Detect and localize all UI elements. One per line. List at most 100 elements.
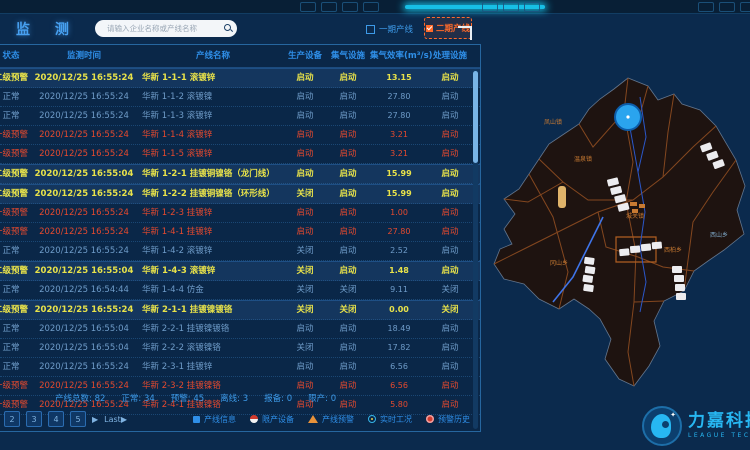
bottom-bar: 1 2 3 4 5 ▶ Last▶ 产线信息 限产设备 产线预警 实时工况 预警…	[0, 408, 480, 430]
district-map[interactable]: 凤山镇 温泉镇 城关镇 冈山乡 西柏乡 西山乡	[488, 52, 750, 400]
legend-line-warning[interactable]: 产线预警	[308, 414, 354, 425]
cell-rate: 1.48	[370, 267, 428, 275]
legend-limited-device[interactable]: 限产设备	[250, 414, 294, 425]
legend-realtime-condition[interactable]: 实时工况	[368, 414, 412, 425]
realtime-condition-icon	[368, 415, 376, 423]
table-row[interactable]: 正常2020/12/25 16:55:24华新 1-4-2 滚镀锌关闭启动2.5…	[0, 242, 480, 261]
table-row[interactable]: 正常2020/12/25 16:55:24华新 2-3-1 挂镀锌启动启动6.5…	[0, 358, 480, 377]
search-box[interactable]	[95, 20, 237, 37]
header-bar: 监 测 一期产线 二期产线	[0, 14, 750, 44]
cell-status: 一级预警	[0, 382, 32, 391]
cell-gas: 关闭	[326, 306, 370, 315]
cell-rate: 27.80	[370, 228, 428, 236]
table-row[interactable]: 一级预警2020/12/25 16:55:24华新 1-1-4 滚镀锌启动启动3…	[0, 126, 480, 145]
checkbox-unchecked-icon[interactable]	[366, 25, 375, 34]
table-row[interactable]: 二级预警2020/12/25 16:55:24华新 2-1-1 挂镀镍镀铬关闭关…	[0, 300, 480, 320]
cell-treat: 启动	[428, 190, 472, 199]
table-row[interactable]: 正常2020/12/25 16:55:04华新 2-2-2 滚镀镍铬关闭启动17…	[0, 339, 480, 358]
map-label-town: 凤山镇	[544, 118, 562, 126]
page-button-3[interactable]: 3	[26, 411, 42, 427]
cell-rate: 9.11	[370, 286, 428, 294]
cell-name: 华新 1-1-4 滚镀锌	[136, 131, 284, 140]
cell-status: 正常	[0, 93, 32, 102]
next-page-button[interactable]: ▶	[92, 415, 98, 424]
cell-gas: 启动	[326, 363, 370, 372]
table-row[interactable]: 二级预警2020/12/25 16:55:24华新 1-1-1 滚镀锌启动启动1…	[0, 68, 480, 88]
corner-bracket-decoration	[458, 26, 472, 40]
cell-time: 2020/12/25 16:55:24	[32, 363, 136, 372]
cell-rate: 1.00	[370, 209, 428, 217]
cell-gas: 启动	[326, 74, 370, 83]
table-row[interactable]: 一级预警2020/12/25 16:55:24华新 1-4-1 挂镀锌启动启动2…	[0, 223, 480, 242]
alert-circle-marker[interactable]	[615, 104, 641, 130]
cell-prod: 启动	[284, 150, 326, 159]
summary-normal: 正常: 34	[121, 392, 154, 404]
legend: 产线信息 限产设备 产线预警 实时工况 预警历史	[193, 414, 470, 425]
cell-name: 华新 1-1-1 滚镀锌	[136, 74, 284, 83]
cell-time: 2020/12/25 16:54:44	[32, 286, 136, 295]
cell-time: 2020/12/25 16:55:24	[32, 228, 136, 237]
cell-status: 一级预警	[0, 150, 32, 159]
brand-name-en: LEAGUE TECH	[688, 432, 750, 439]
checkbox-checked-icon[interactable]	[426, 25, 433, 32]
cell-status: 二级预警	[0, 306, 32, 315]
cell-rate: 6.56	[370, 363, 428, 371]
cell-prod: 启动	[284, 382, 326, 391]
cell-status: 正常	[0, 363, 32, 372]
cell-treat: 启动	[428, 150, 472, 159]
summary-reported: 报备: 0	[264, 392, 292, 404]
col-header-name: 产线名称	[136, 52, 284, 61]
table-row[interactable]: 一级预警2020/12/25 16:55:24华新 1-1-5 滚镀锌启动启动3…	[0, 145, 480, 164]
legend-warning-history[interactable]: 预警历史	[426, 414, 470, 425]
cell-status: 正常	[0, 286, 32, 295]
cell-time: 2020/12/25 16:55:24	[32, 306, 136, 315]
cell-gas: 启动	[326, 131, 370, 140]
brand-logo: ✦ 力嘉科技 LEAGUE TECH	[642, 406, 750, 446]
page-button-4[interactable]: 4	[48, 411, 64, 427]
top-decor-strip	[0, 0, 750, 14]
table-row[interactable]: 二级预警2020/12/25 16:55:04华新 1-2-1 挂镀铜镍铬（龙门…	[0, 164, 480, 184]
table-row[interactable]: 正常2020/12/25 16:55:24华新 1-1-3 滚镀锌启动启动27.…	[0, 107, 480, 126]
table-row[interactable]: 一级预警2020/12/25 16:55:24华新 1-2-3 挂镀锌启动启动1…	[0, 204, 480, 223]
cell-rate: 3.21	[370, 150, 428, 158]
cell-prod: 关闭	[284, 286, 326, 295]
legend-line-info[interactable]: 产线信息	[193, 414, 236, 425]
cell-prod: 关闭	[284, 306, 326, 315]
cell-name: 华新 2-2-2 滚镀镍铬	[136, 344, 284, 353]
table-row[interactable]: 正常2020/12/25 16:54:44华新 1-4-4 仿金关闭关闭9.11…	[0, 281, 480, 300]
cell-gas: 关闭	[326, 286, 370, 295]
cell-gas: 启动	[326, 170, 370, 179]
page-button-5[interactable]: 5	[70, 411, 86, 427]
cell-gas: 启动	[326, 344, 370, 353]
table-row[interactable]: 正常2020/12/25 16:55:24华新 1-1-2 滚镀镍启动启动27.…	[0, 88, 480, 107]
search-input[interactable]	[105, 23, 224, 34]
col-header-production: 生产设备	[284, 52, 326, 61]
cell-treat: 启动	[428, 93, 472, 102]
cell-gas: 启动	[326, 150, 370, 159]
cell-status: 一级预警	[0, 131, 32, 140]
col-header-status: 状态	[0, 52, 32, 61]
table-row[interactable]: 正常2020/12/25 16:55:04华新 2-2-1 挂镀镍镀铬启动启动1…	[0, 320, 480, 339]
area-marker[interactable]	[558, 186, 566, 208]
cell-gas: 启动	[326, 93, 370, 102]
cell-status: 二级预警	[0, 74, 32, 83]
cell-name: 华新 1-4-1 挂镀锌	[136, 228, 284, 237]
scrollbar-thumb[interactable]	[473, 71, 478, 163]
search-icon[interactable]	[224, 24, 233, 33]
cell-prod: 启动	[284, 209, 326, 218]
last-page-button[interactable]: Last▶	[104, 415, 127, 424]
phase1-checkbox[interactable]: 一期产线	[366, 23, 413, 35]
cell-rate: 2.52	[370, 247, 428, 255]
page-button-2[interactable]: 2	[4, 411, 20, 427]
summary-offline: 离线: 3	[220, 392, 248, 404]
table-scrollbar[interactable]	[473, 69, 478, 429]
cell-rate: 3.21	[370, 131, 428, 139]
cell-prod: 启动	[284, 93, 326, 102]
cell-gas: 启动	[326, 325, 370, 334]
cell-rate: 27.80	[370, 112, 428, 120]
cell-gas: 启动	[326, 112, 370, 121]
table-row[interactable]: 二级预警2020/12/25 16:55:04华新 1-4-3 滚镀锌关闭启动1…	[0, 261, 480, 281]
table-row[interactable]: 二级预警2020/12/25 16:55:24华新 1-2-2 挂镀铜镍铬（环形…	[0, 184, 480, 204]
cell-time: 2020/12/25 16:55:04	[32, 170, 136, 179]
cell-rate: 13.15	[370, 74, 428, 82]
